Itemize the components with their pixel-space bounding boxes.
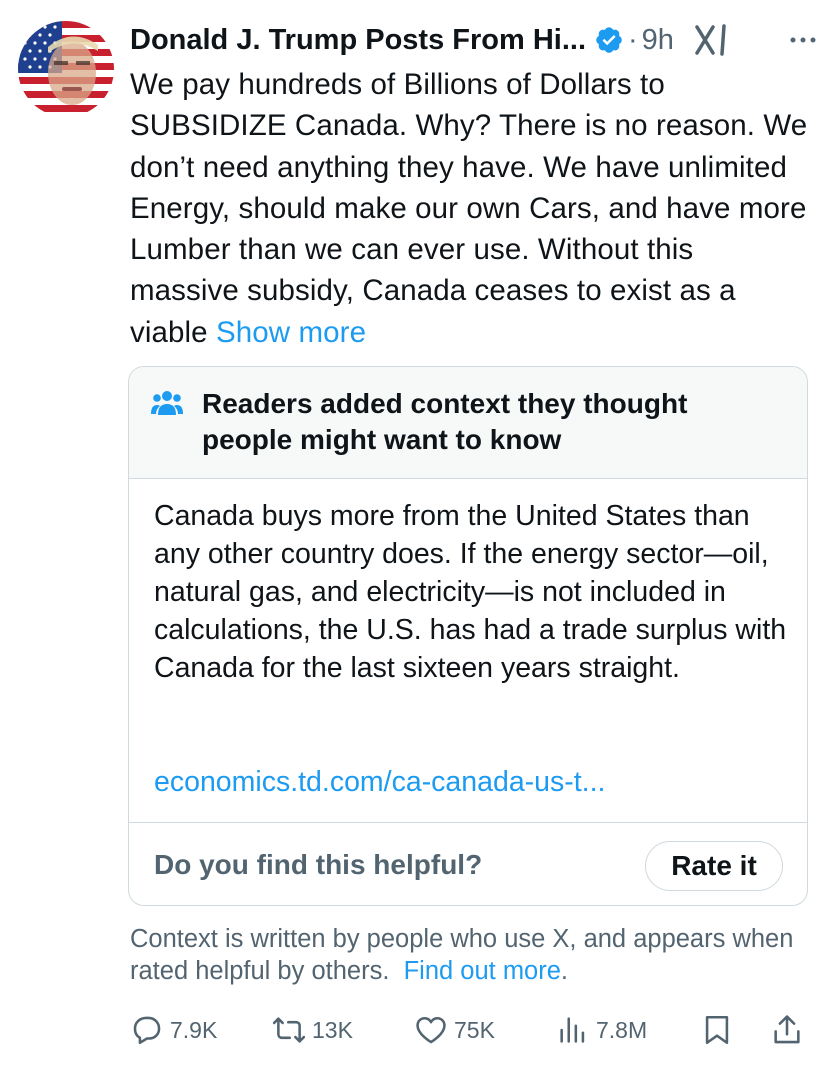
tweet-header: Donald J. Trump Posts From Hi... · 9h bbox=[130, 20, 820, 60]
share-button[interactable] bbox=[770, 1010, 804, 1050]
views-icon bbox=[560, 1017, 585, 1043]
post-time[interactable]: 9h bbox=[642, 24, 674, 57]
like-button[interactable]: 75K bbox=[414, 1010, 495, 1050]
views-button[interactable]: 7.8M bbox=[556, 1010, 647, 1050]
bookmark-icon bbox=[705, 1015, 729, 1045]
separator-dot: · bbox=[628, 23, 638, 56]
like-icon bbox=[416, 1016, 446, 1044]
views-count: 7.8M bbox=[596, 1016, 648, 1043]
grok-icon[interactable] bbox=[694, 24, 730, 56]
reply-button[interactable]: 7.9K bbox=[130, 1010, 217, 1050]
disclaimer-period: . bbox=[560, 957, 569, 985]
note-divider bbox=[129, 822, 807, 823]
avatar[interactable] bbox=[18, 21, 114, 117]
repost-button[interactable]: 13K bbox=[272, 1010, 353, 1050]
bookmark-button[interactable] bbox=[700, 1010, 734, 1050]
tweet-text: We pay hundreds of Billions of Dollars t… bbox=[130, 64, 810, 353]
note-source-link[interactable]: economics.td.com/ca-canada-us-t... bbox=[154, 763, 605, 801]
reply-count: 7.9K bbox=[170, 1016, 218, 1043]
note-body: Canada buys more from the United States … bbox=[154, 500, 787, 684]
people-icon bbox=[151, 391, 183, 415]
more-icon[interactable] bbox=[786, 26, 820, 54]
helpful-question: Do you find this helpful? bbox=[154, 849, 483, 880]
community-note: Readers added context they thought peopl… bbox=[128, 366, 808, 906]
find-out-more-link[interactable]: Find out more bbox=[404, 957, 561, 985]
rate-it-button[interactable]: Rate it bbox=[645, 841, 783, 891]
author-name[interactable]: Donald J. Trump Posts From Hi... bbox=[130, 24, 586, 57]
reply-icon bbox=[133, 1016, 161, 1045]
like-count: 75K bbox=[454, 1016, 495, 1043]
repost-count: 13K bbox=[312, 1016, 353, 1043]
note-disclaimer: Context is written by people who use X, … bbox=[130, 923, 820, 987]
repost-icon bbox=[272, 1017, 306, 1043]
share-icon bbox=[774, 1015, 800, 1044]
action-bar: 7.9K 13K 75K 7.8M bbox=[130, 1010, 810, 1050]
show-more-link[interactable]: Show more bbox=[216, 316, 366, 349]
avatar-image bbox=[18, 21, 114, 117]
verified-badge-icon bbox=[596, 27, 622, 53]
note-title: Readers added context they thought peopl… bbox=[202, 388, 688, 455]
note-header: Readers added context they thought peopl… bbox=[129, 367, 807, 479]
tweet-body: We pay hundreds of Billions of Dollars t… bbox=[130, 68, 808, 349]
